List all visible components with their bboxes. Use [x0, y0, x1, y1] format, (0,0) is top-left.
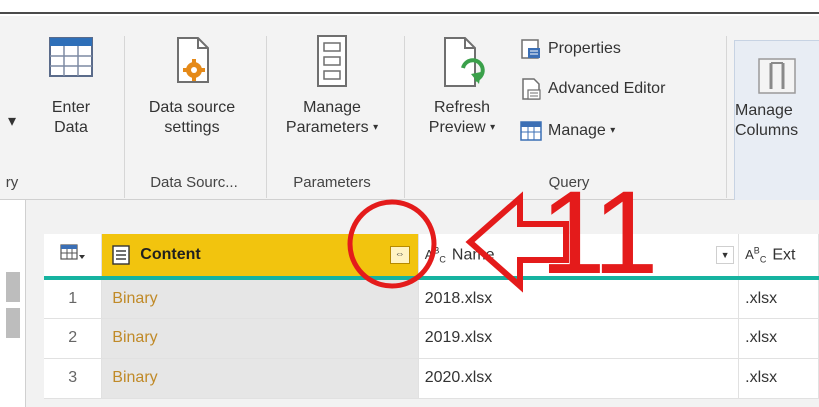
manage-columns-icon: [758, 58, 796, 94]
queries-pane-tab[interactable]: [6, 272, 20, 302]
manage-parameters-label-2: Parameters ▾: [270, 118, 394, 138]
column-label-name: Name: [451, 245, 495, 263]
group-label-partial: ry: [5, 174, 19, 191]
enter-data-label-1: Enter: [51, 99, 91, 116]
manage-columns-button[interactable]: Manage Columns: [734, 40, 819, 212]
column-filter-button[interactable]: ▼: [716, 246, 735, 264]
properties-icon: [521, 39, 540, 59]
ribbon-separator: [404, 36, 405, 198]
table-menu-icon: [60, 243, 85, 260]
advanced-editor-button[interactable]: Advanced Editor: [520, 76, 665, 102]
row-index: 1: [44, 278, 103, 319]
manage-columns-label-2: Columns: [735, 122, 799, 139]
table-row[interactable]: 2 Binary 2019.xlsx .xlsx: [44, 318, 819, 359]
cell-ext[interactable]: .xlsx: [738, 358, 819, 399]
cell-content[interactable]: Binary: [101, 278, 419, 319]
chevron-down-icon: ▾: [373, 122, 379, 133]
column-label-content: Content: [140, 246, 201, 264]
data-source-label-1: Data source: [148, 99, 236, 116]
power-query-editor: ▾ ry Enter Data Data source settings Dat…: [0, 0, 819, 407]
chevron-down-icon: ▾: [490, 122, 496, 133]
cell-content[interactable]: Binary: [101, 318, 419, 359]
text-type-icon: ABC: [745, 245, 767, 265]
cell-name[interactable]: 2020.xlsx: [418, 358, 740, 399]
column-header-content[interactable]: Content ⇔: [101, 234, 419, 280]
window-top-border: [0, 0, 819, 14]
enter-data-label-2: Data: [54, 119, 88, 136]
cell-ext[interactable]: .xlsx: [738, 318, 819, 359]
chevron-down-icon: ▾: [610, 125, 616, 136]
partial-caret[interactable]: ▾: [0, 112, 24, 132]
data-grid: Content ⇔ ABC Name ▼ ABC Ext 1 Binary 2018…: [44, 234, 819, 399]
data-source-label-2: settings: [164, 119, 220, 136]
table-menu-button[interactable]: [44, 234, 103, 280]
refresh-preview-label-2: Preview ▾: [414, 118, 510, 138]
manage-parameters-label-1: Manage: [303, 99, 361, 116]
manage-table-icon: [520, 121, 542, 141]
manage-columns-label-1: Manage: [735, 102, 793, 119]
ribbon: ▾ ry Enter Data Data source settings Dat…: [0, 16, 819, 212]
cell-content[interactable]: Binary: [101, 358, 419, 399]
refresh-preview-button[interactable]: Refresh Preview ▾: [414, 34, 510, 138]
cell-name[interactable]: 2019.xlsx: [418, 318, 740, 359]
table-row[interactable]: 1 Binary 2018.xlsx .xlsx: [44, 278, 819, 319]
expand-column-button[interactable]: ⇔: [389, 246, 410, 264]
annotation-number: 11: [540, 167, 658, 299]
queries-pane-tab[interactable]: [6, 308, 20, 338]
chevron-down-icon: ▾: [7, 113, 17, 130]
advanced-editor-label: Advanced Editor: [548, 80, 666, 97]
properties-label: Properties: [548, 40, 621, 57]
data-source-gear-icon: [177, 37, 209, 83]
manage-parameters-button[interactable]: Manage Parameters ▾: [270, 34, 394, 138]
ribbon-separator: [266, 36, 267, 198]
table-row[interactable]: 3 Binary 2020.xlsx .xlsx: [44, 358, 819, 399]
ribbon-separator: [726, 36, 727, 198]
binary-type-icon: [112, 245, 130, 265]
row-index: 3: [44, 358, 103, 399]
column-label-ext: Ext: [772, 245, 796, 263]
group-label-parameters: Parameters: [293, 174, 371, 191]
manage-button[interactable]: Manage ▾: [520, 118, 615, 144]
cell-ext[interactable]: .xlsx: [738, 278, 819, 319]
refresh-preview-text: Preview: [428, 119, 486, 137]
enter-data-button[interactable]: Enter Data: [36, 34, 106, 138]
row-index: 2: [44, 318, 103, 359]
data-source-settings-button[interactable]: Data source settings: [126, 34, 258, 138]
group-label-data-sources: Data Sourc...: [150, 174, 238, 191]
refresh-preview-label-1: Refresh: [433, 99, 491, 116]
manage-label: Manage: [548, 122, 606, 140]
table-icon: [49, 37, 93, 77]
advanced-editor-icon: [522, 78, 541, 100]
refresh-icon: [444, 37, 485, 87]
manage-parameters-text: Parameters: [285, 119, 369, 137]
expand-icon: ⇔: [394, 249, 405, 260]
parameters-icon: [317, 35, 347, 87]
grid-header-row: Content ⇔ ABC Name ▼ ABC Ext: [44, 234, 819, 280]
column-header-ext[interactable]: ABC Ext: [738, 234, 819, 280]
properties-button[interactable]: Properties: [520, 36, 621, 62]
text-type-icon: ABC: [424, 245, 446, 265]
ribbon-separator: [124, 36, 125, 198]
queries-pane-strip[interactable]: [0, 200, 26, 407]
